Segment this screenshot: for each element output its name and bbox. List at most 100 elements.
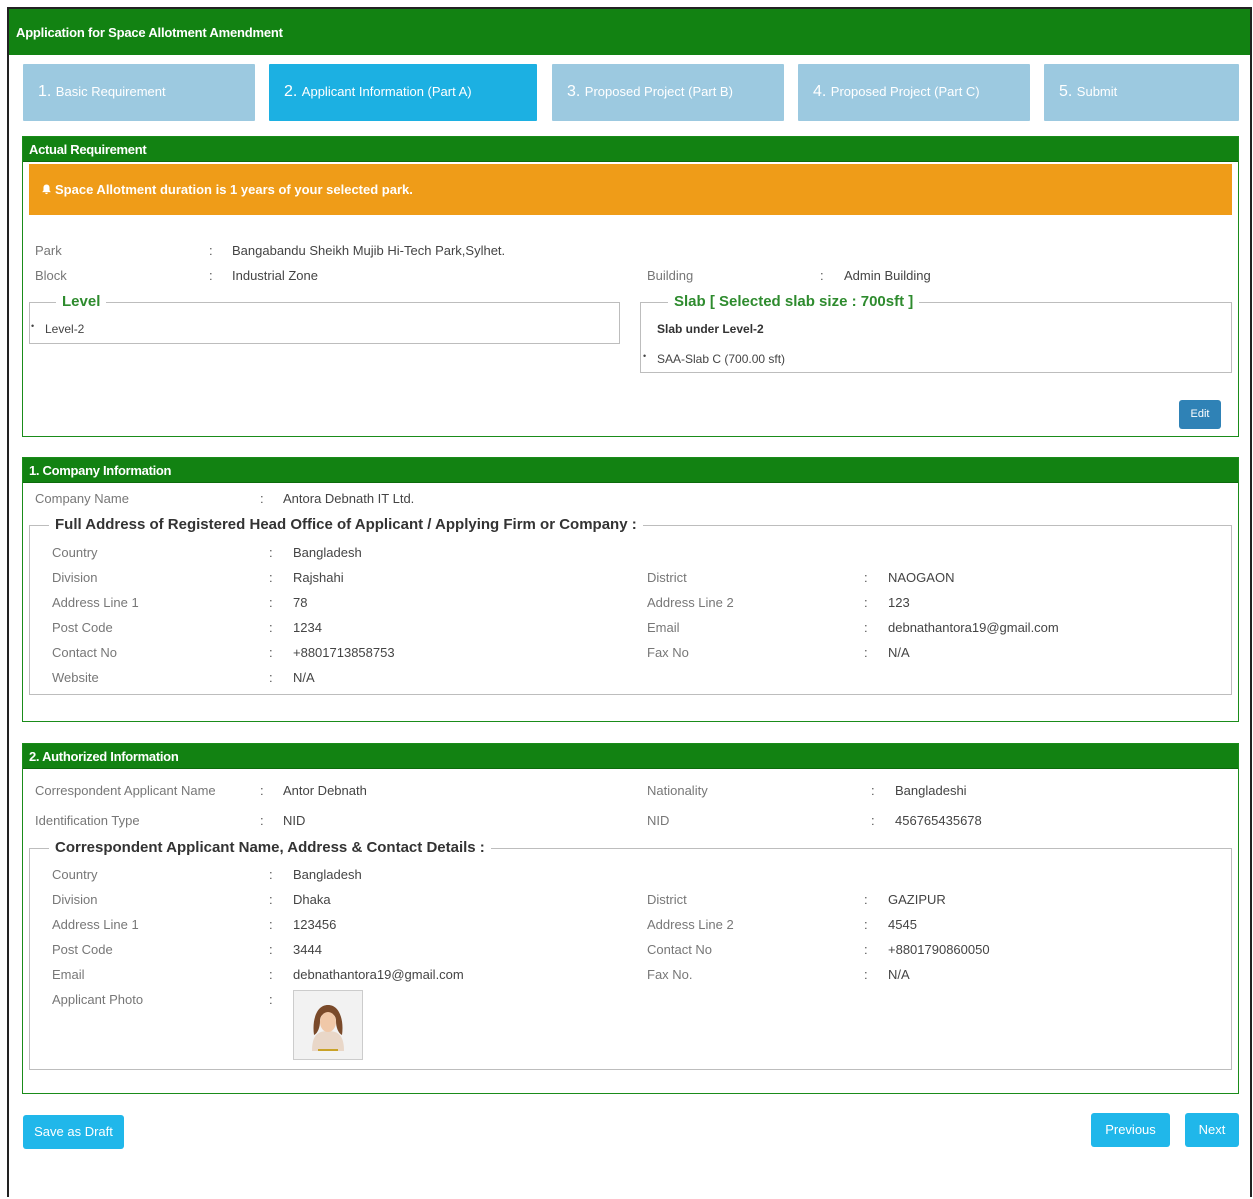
address-line-1-label: Address Line 1 (52, 595, 139, 610)
contact-no-value: +8801713858753 (293, 645, 395, 660)
division-label: Division (52, 570, 98, 585)
person-icon (294, 991, 362, 1059)
post-code-value: 1234 (293, 620, 322, 635)
contact-no-label: Contact No (52, 645, 118, 660)
nid-label: NID (647, 813, 670, 828)
panel-heading: 2. Authorized Information (23, 744, 1238, 769)
step-label: Proposed Project (Part B) (584, 84, 733, 99)
step-proposed-project-c[interactable]: 4. Proposed Project (Part C) (798, 64, 1030, 121)
contact-details-fieldset (29, 848, 1232, 1070)
colon: : (260, 783, 264, 798)
previous-button[interactable]: Previous (1091, 1113, 1170, 1147)
address-line-2-label: Address Line 2 (647, 595, 734, 610)
step-number: 1. (38, 83, 56, 100)
park-label: Park (35, 243, 62, 258)
step-number: 3. (567, 83, 585, 100)
building-value: Admin Building (844, 268, 931, 283)
colon: : (864, 967, 868, 982)
application-window: Application for Space Allotment Amendmen… (7, 7, 1252, 1197)
colon: : (269, 570, 273, 585)
colon: : (269, 967, 273, 982)
edit-button[interactable]: Edit (1179, 400, 1221, 429)
actual-requirement-panel: Actual Requirement Space Allotment durat… (22, 136, 1239, 437)
step-label: Applicant Information (Part A) (301, 84, 472, 99)
country-value: Bangladesh (293, 867, 362, 882)
colon: : (269, 545, 273, 560)
fax-no-label: Fax No (647, 645, 689, 660)
company-information-panel: 1. Company Information Company Name : An… (22, 457, 1239, 722)
district-label: District (647, 570, 687, 585)
duration-alert: Space Allotment duration is 1 years of y… (29, 164, 1232, 215)
post-code-label: Post Code (52, 620, 113, 635)
colon: : (269, 867, 273, 882)
slab-heading: Slab under Level-2 (657, 322, 764, 336)
building-label: Building (647, 268, 694, 283)
colon: : (864, 645, 868, 660)
step-proposed-project-b[interactable]: 3. Proposed Project (Part B) (552, 64, 784, 121)
colon: : (864, 917, 868, 932)
address-line-1-value: 123456 (293, 917, 337, 932)
page-title: Application for Space Allotment Amendmen… (9, 9, 1250, 55)
email-value: debnathantora19@gmail.com (293, 967, 464, 982)
fax-no-value: N/A (888, 967, 910, 982)
nid-value: 456765435678 (895, 813, 982, 828)
colon: : (864, 595, 868, 610)
step-label: Basic Requirement (55, 84, 166, 99)
district-value: NAOGAON (888, 570, 955, 585)
fax-no-value: N/A (888, 645, 910, 660)
step-basic-requirement[interactable]: 1. Basic Requirement (23, 64, 255, 121)
contact-no-value: +8801790860050 (888, 942, 990, 957)
step-number: 2. (284, 83, 302, 100)
address-line-2-label: Address Line 2 (647, 917, 734, 932)
address-line-1-label: Address Line 1 (52, 917, 139, 932)
country-label: Country (52, 545, 98, 560)
colon: : (209, 268, 213, 283)
colon: : (269, 595, 273, 610)
contact-details-legend: Correspondent Applicant Name, Address & … (49, 839, 491, 856)
website-label: Website (52, 670, 99, 685)
colon: : (269, 992, 273, 1007)
colon: : (269, 892, 273, 907)
colon: : (820, 268, 824, 283)
fax-no-label: Fax No. (647, 967, 693, 982)
colon: : (269, 670, 273, 685)
contact-no-label: Contact No (647, 942, 713, 957)
step-applicant-information[interactable]: 2. Applicant Information (Part A) (269, 64, 537, 121)
company-address-fieldset (29, 525, 1232, 695)
slab-item: SAA-Slab C (700.00 sft) (643, 351, 785, 366)
colon: : (209, 243, 213, 258)
address-line-2-value: 4545 (888, 917, 917, 932)
applicant-name-value: Antor Debnath (283, 783, 367, 798)
block-label: Block (35, 268, 67, 283)
country-label: Country (52, 867, 98, 882)
nationality-label: Nationality (647, 783, 708, 798)
company-name-label: Company Name (35, 491, 129, 506)
step-number: 4. (813, 83, 831, 100)
country-value: Bangladesh (293, 545, 362, 560)
step-submit[interactable]: 5. Submit (1044, 64, 1239, 121)
park-value: Bangabandu Sheikh Mujib Hi-Tech Park,Syl… (232, 243, 506, 258)
post-code-value: 3444 (293, 942, 322, 957)
identification-type-label: Identification Type (35, 813, 140, 828)
colon: : (864, 892, 868, 907)
colon: : (269, 620, 273, 635)
applicant-photo-label: Applicant Photo (52, 992, 144, 1007)
next-button[interactable]: Next (1185, 1113, 1239, 1147)
colon: : (864, 942, 868, 957)
colon: : (864, 570, 868, 585)
address-line-1-value: 78 (293, 595, 308, 610)
district-value: GAZIPUR (888, 892, 946, 907)
bell-icon (42, 184, 51, 195)
save-as-draft-button[interactable]: Save as Draft (23, 1115, 124, 1149)
division-value: Rajshahi (293, 570, 344, 585)
company-address-legend: Full Address of Registered Head Office o… (49, 516, 643, 533)
colon: : (269, 917, 273, 932)
division-value: Dhaka (293, 892, 331, 907)
level-item: Level-2 (31, 321, 84, 336)
step-label: Submit (1076, 84, 1118, 99)
email-label: Email (647, 620, 680, 635)
applicant-photo (293, 990, 363, 1060)
nationality-value: Bangladeshi (895, 783, 967, 798)
identification-type-value: NID (283, 813, 306, 828)
slab-legend: Slab [ Selected slab size : 700sft ] (668, 293, 920, 310)
